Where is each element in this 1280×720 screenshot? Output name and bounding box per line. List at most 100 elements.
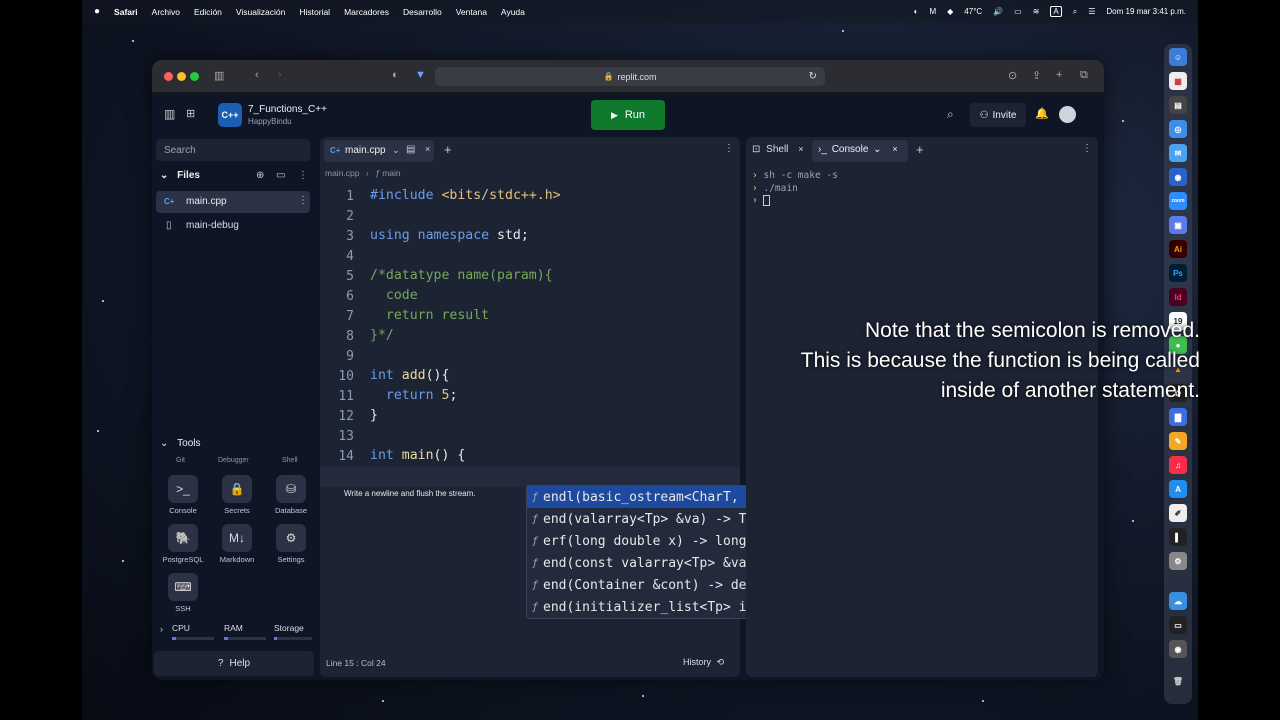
files-header[interactable]: ⌄ Files (160, 170, 200, 181)
minimize-window-button[interactable] (177, 72, 186, 81)
trash-icon[interactable]: 🗑 (1169, 672, 1187, 690)
tool-postgresql[interactable]: 🐘 PostgreSQL (156, 524, 210, 564)
tool-shell-label[interactable]: Shell (282, 457, 298, 464)
workspace-menu-icon[interactable]: ⊞ (186, 107, 195, 120)
keynote-icon[interactable]: ▇ (1169, 408, 1187, 426)
menu-visualizacion[interactable]: Visualización (236, 7, 285, 17)
more-icon[interactable]: ⋮ (298, 195, 308, 206)
close-icon[interactable]: × (892, 144, 897, 154)
breadcrumb-symbol[interactable]: main (382, 168, 400, 178)
illustrator-icon[interactable]: Ai (1169, 240, 1187, 258)
breadcrumb-file[interactable]: main.cpp (325, 168, 360, 178)
textedit-icon[interactable]: ✐ (1169, 504, 1187, 522)
search-icon[interactable]: ⌕ (947, 107, 954, 122)
app-icon[interactable]: ▣ (1169, 216, 1187, 234)
close-icon[interactable]: × (798, 144, 803, 154)
address-bar[interactable]: 🔒 replit.com ↻ (435, 67, 825, 86)
back-icon[interactable]: ‹ (255, 69, 259, 81)
tab-main-cpp[interactable]: C+ main.cpp ⌄ ▤ × (324, 140, 434, 162)
mission-control-icon[interactable]: ▤ (1169, 96, 1187, 114)
more-icon[interactable]: ⋮ (724, 143, 734, 154)
history-button[interactable]: History ⟲ (683, 657, 724, 668)
input-source[interactable]: A (1050, 6, 1062, 17)
menu-marcadores[interactable]: Marcadores (344, 7, 389, 17)
menu-archivo[interactable]: Archivo (152, 7, 180, 17)
photoshop-icon[interactable]: Ps (1169, 264, 1187, 282)
tool-console[interactable]: >_ Console (156, 475, 210, 515)
new-tab-icon[interactable]: + (1056, 69, 1062, 81)
indesign-icon[interactable]: Id (1169, 288, 1187, 306)
close-window-button[interactable] (164, 72, 173, 81)
code-editor[interactable]: 1 #include <bits/stdc++.h> 2 3 using namespa… (320, 187, 740, 487)
terminal-icon[interactable]: ▌ (1169, 528, 1187, 546)
forward-icon[interactable]: › (278, 69, 282, 81)
launchpad-icon[interactable]: ▦ (1169, 72, 1187, 90)
status-icon[interactable]: ◐ (914, 7, 919, 16)
tool-debugger-label[interactable]: Debugger (218, 457, 249, 464)
new-folder-icon[interactable]: ▭ (276, 170, 285, 181)
file-item-main-cpp[interactable]: C+ main.cpp ⋮ (156, 191, 310, 213)
tool-ssh[interactable]: ⌨ SSH (156, 573, 210, 613)
console-output[interactable]: › sh -c make -s › ./main › (752, 170, 838, 208)
downloads-icon[interactable]: ☁ (1169, 592, 1187, 610)
wifi-icon[interactable]: ≋ (1033, 7, 1040, 16)
zoom-window-button[interactable] (190, 72, 199, 81)
bell-icon[interactable]: 🔔 (1035, 107, 1049, 120)
mail-icon[interactable]: ✉ (1169, 144, 1187, 162)
new-tab-icon[interactable]: + (444, 142, 452, 157)
sidebar-toggle-icon[interactable]: ▥ (164, 107, 175, 121)
chevron-down-icon[interactable]: ⌄ (392, 145, 400, 156)
menu-ventana[interactable]: Ventana (456, 7, 487, 17)
dropbox-icon[interactable]: ◆ (947, 7, 953, 16)
invite-button[interactable]: ⚇ Invite (970, 103, 1026, 127)
new-tab-icon[interactable]: + (916, 142, 924, 157)
pages-icon[interactable]: ✎ (1169, 432, 1187, 450)
clock[interactable]: Dom 19 mar 3:41 p.m. (1106, 7, 1186, 16)
close-icon[interactable]: × (425, 144, 430, 154)
search-input[interactable]: Search (156, 139, 310, 161)
settings-icon[interactable]: ⚙ (1169, 552, 1187, 570)
tab-shell[interactable]: ⊡ Shell × (752, 144, 803, 155)
chrome-icon[interactable]: ◉ (1169, 168, 1187, 186)
volume-icon[interactable]: 🔊 (993, 7, 1003, 16)
tool-database[interactable]: ⛁ Database (264, 475, 318, 515)
app-store-icon[interactable]: A (1169, 480, 1187, 498)
help-button[interactable]: ? Help (154, 651, 314, 676)
reload-icon[interactable]: ↻ (809, 71, 817, 82)
tool-git-label[interactable]: Git (176, 457, 185, 464)
new-file-icon[interactable]: ⊕ (256, 170, 264, 181)
resources-panel[interactable]: › CPU RAM Storage (154, 618, 314, 648)
window-icon[interactable]: ▭ (1169, 616, 1187, 634)
tab-console[interactable]: ›_ Console ⌄ × (812, 140, 908, 162)
temperature-readout[interactable]: 47°C (964, 7, 982, 16)
bitwarden-icon[interactable]: ▼ (415, 69, 426, 81)
control-center-icon[interactable]: ☰ (1088, 7, 1095, 16)
menu-historial[interactable]: Historial (299, 7, 330, 17)
tab-overview-icon[interactable]: ⧉ (1080, 69, 1088, 82)
avatar[interactable] (1059, 106, 1076, 123)
document-icon[interactable]: ▤ (406, 144, 415, 155)
file-item-main-debug[interactable]: ▯ main-debug (156, 215, 310, 237)
system-icon[interactable]: ◉ (1169, 640, 1187, 658)
zoom-icon[interactable]: zoom (1169, 192, 1187, 210)
finder-icon[interactable]: ☺ (1169, 48, 1187, 66)
share-icon[interactable]: ⇪ (1032, 69, 1041, 82)
malwarebytes-icon[interactable]: M (929, 7, 936, 16)
tool-secrets[interactable]: 🔒 Secrets (210, 475, 264, 515)
repl-owner[interactable]: HappyBindu (248, 117, 292, 126)
more-icon[interactable]: ⋮ (298, 170, 308, 181)
safari-icon[interactable]: ◎ (1169, 120, 1187, 138)
run-button[interactable]: ▶ Run (591, 100, 665, 130)
downloads-icon[interactable]: ⊙ (1008, 69, 1017, 82)
search-icon[interactable]: ⌕ (1073, 7, 1077, 17)
apple-icon[interactable]: ● (94, 6, 100, 17)
repl-name[interactable]: 7_Functions_C++ (248, 104, 327, 115)
sidebar-toggle-icon[interactable]: ▥ (214, 69, 224, 82)
tools-header[interactable]: ⌄ Tools (160, 438, 201, 449)
tool-settings[interactable]: ⚙ Settings (264, 524, 318, 564)
shield-icon[interactable]: ◐ (392, 69, 399, 81)
battery-icon[interactable]: ▭ (1014, 7, 1022, 16)
menu-desarrollo[interactable]: Desarrollo (403, 7, 442, 17)
music-icon[interactable]: ♫ (1169, 456, 1187, 474)
tool-markdown[interactable]: M↓ Markdown (210, 524, 264, 564)
